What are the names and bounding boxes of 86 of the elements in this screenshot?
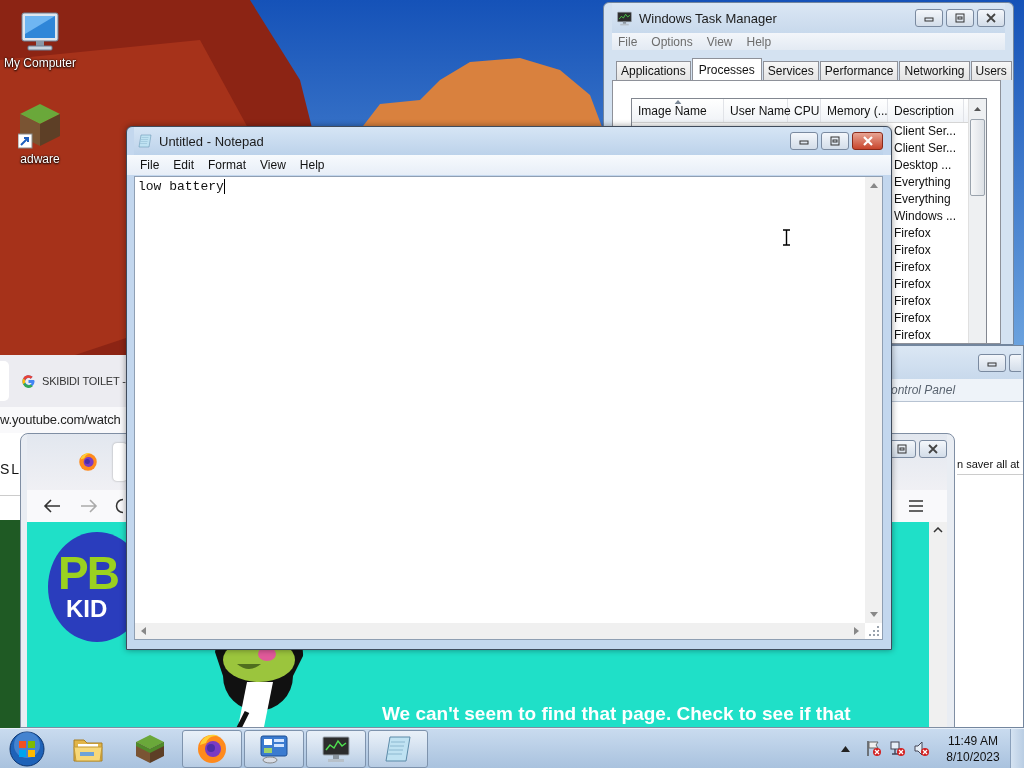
- taskbar-button[interactable]: [306, 729, 366, 768]
- scroll-up-icon[interactable]: [974, 107, 981, 111]
- table-cell: Desktop ...: [894, 158, 952, 173]
- logo-text: KID: [66, 596, 109, 622]
- table-cell: Everything: [894, 192, 951, 207]
- menu-icon[interactable]: [908, 499, 924, 513]
- browser-tab[interactable]: [113, 443, 127, 481]
- back-arrow-icon[interactable]: [43, 498, 61, 514]
- close-icon[interactable]: [925, 442, 941, 456]
- table-cell: Firefox: [894, 327, 931, 342]
- address-bar[interactable]: ontrol Panel: [891, 379, 1023, 402]
- menu-item[interactable]: Edit: [167, 158, 201, 172]
- caret-up-icon[interactable]: [841, 745, 850, 752]
- browser-icon[interactable]: [78, 452, 98, 472]
- menu-item[interactable]: File: [612, 34, 644, 49]
- table-cell: Firefox: [894, 259, 931, 274]
- table-cell: Firefox: [894, 226, 931, 240]
- address-bar[interactable]: w.youtube.com/watch: [0, 407, 126, 433]
- table-cell: Everything: [894, 175, 951, 190]
- start-orb-icon: [9, 730, 45, 767]
- scroll-down-icon[interactable]: [869, 612, 878, 617]
- menu-item[interactable]: Format: [202, 158, 253, 172]
- table-cell: Firefox: [894, 293, 931, 308]
- monitor-icon: [616, 9, 633, 27]
- table-cell: Firefox: [894, 310, 931, 325]
- page-message: We can't seem to find that page. Check to see if that: [382, 703, 851, 725]
- reload-icon[interactable]: [114, 498, 123, 514]
- computer-icon[interactable]: [18, 10, 62, 54]
- window-title: Windows Task Manager: [639, 10, 777, 26]
- size-grip-icon[interactable]: [867, 625, 880, 637]
- grass-block-shortcut-icon[interactable]: [18, 102, 62, 150]
- menu-item[interactable]: Help: [740, 34, 778, 49]
- page-text: n saver all at: [957, 458, 1021, 470]
- table-cell: Firefox: [894, 276, 931, 291]
- clock[interactable]: 11:49 AM 8/10/2023: [943, 732, 1003, 765]
- flag-error-icon[interactable]: [865, 740, 882, 757]
- taskbar-button[interactable]: [244, 729, 304, 768]
- table-cell: Firefox: [894, 242, 931, 257]
- horizontal-scrollbar[interactable]: [135, 623, 865, 639]
- vertical-scrollbar[interactable]: [968, 99, 986, 343]
- colored-g-icon: [21, 373, 36, 389]
- clock-time: 11:49 AM: [948, 732, 998, 749]
- window-title: Untitled - Notepad: [159, 133, 264, 149]
- desktop-icon-label[interactable]: adware: [20, 152, 60, 166]
- menu-item[interactable]: View: [254, 158, 292, 172]
- logo-text: PB: [58, 550, 119, 596]
- menu-item[interactable]: View: [700, 34, 739, 49]
- scroll-left-icon[interactable]: [141, 627, 146, 635]
- maximize-icon[interactable]: [894, 442, 910, 456]
- desktop-icon-label[interactable]: My Computer: [4, 56, 76, 70]
- clock-date: 8/10/2023: [946, 748, 1000, 765]
- menu-item[interactable]: Options: [645, 34, 699, 49]
- vertical-scrollbar[interactable]: [865, 177, 882, 623]
- column-header[interactable]: Description: [888, 99, 964, 122]
- network-error-icon[interactable]: [889, 740, 906, 757]
- vertical-scrollbar[interactable]: [929, 522, 947, 727]
- table-cell: Windows ...: [894, 209, 956, 224]
- close-button[interactable]: [919, 440, 947, 458]
- scroll-right-icon[interactable]: [854, 627, 859, 635]
- text-cursor-icon: [782, 229, 791, 246]
- tab[interactable]: Services: [762, 61, 819, 80]
- maximize-icon[interactable]: [827, 134, 843, 148]
- tab[interactable]: Networking: [899, 61, 970, 80]
- scrollbar-thumb[interactable]: [970, 119, 985, 196]
- tab[interactable]: Performance: [819, 61, 899, 80]
- menu-item[interactable]: File: [134, 158, 166, 172]
- speaker-muted-icon[interactable]: [913, 740, 930, 757]
- column-header[interactable]: Memory (...: [821, 99, 888, 122]
- tab[interactable]: Users: [970, 61, 1012, 80]
- table-cell: Client Ser...: [894, 124, 957, 139]
- sort-arrow-icon: [674, 100, 681, 104]
- notepad-icon: [137, 133, 153, 149]
- taskbar-button[interactable]: [182, 729, 242, 768]
- grass-block-icon: [134, 732, 166, 765]
- close-button[interactable]: [852, 132, 883, 150]
- table-cell: Client Ser...: [894, 141, 957, 156]
- scroll-up-icon[interactable]: [933, 527, 943, 533]
- column-header[interactable]: Image Name: [632, 99, 724, 122]
- monitor-panels-icon: [258, 732, 290, 765]
- column-header[interactable]: User Name: [724, 99, 788, 122]
- menu-item[interactable]: Help: [293, 158, 331, 172]
- tab[interactable]: Applications: [616, 61, 691, 80]
- browser-icon: [196, 732, 228, 765]
- tab[interactable]: Processes: [691, 58, 762, 80]
- tab-title[interactable]: SKIBIDI TOILET -: [42, 375, 126, 387]
- minimize-button[interactable]: [790, 132, 818, 150]
